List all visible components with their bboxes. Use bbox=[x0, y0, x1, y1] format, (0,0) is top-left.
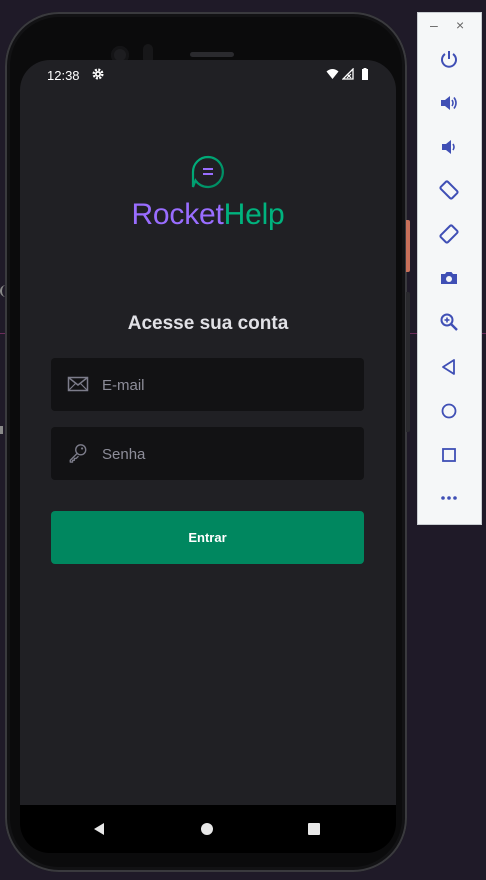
key-icon bbox=[69, 444, 87, 463]
emulator-close-button[interactable]: × bbox=[456, 17, 464, 33]
more-icon[interactable] bbox=[438, 487, 460, 509]
signal-icon bbox=[342, 68, 354, 80]
brand-wordmark: RocketHelp bbox=[20, 198, 396, 232]
status-time: 12:38 bbox=[47, 68, 80, 83]
password-input[interactable] bbox=[100, 427, 354, 482]
login-heading: Acesse sua conta bbox=[127, 313, 289, 334]
battery-icon bbox=[362, 68, 368, 80]
rotate-right-icon[interactable] bbox=[438, 223, 460, 245]
brand-part-rocket: Rocket bbox=[131, 198, 224, 231]
wifi-icon bbox=[326, 69, 339, 79]
nav-back-icon[interactable] bbox=[92, 822, 106, 836]
volume-down-icon[interactable] bbox=[438, 136, 460, 158]
home-icon[interactable] bbox=[438, 400, 460, 422]
back-icon[interactable] bbox=[438, 356, 460, 378]
power-icon[interactable] bbox=[438, 48, 460, 70]
emulator-minimize-button[interactable]: – bbox=[430, 17, 438, 33]
email-input[interactable] bbox=[100, 358, 354, 413]
earpiece-speaker bbox=[190, 52, 234, 57]
chat-bubble-logo-icon bbox=[191, 155, 224, 189]
rotate-left-icon[interactable] bbox=[438, 179, 460, 201]
status-bar: 12:38 bbox=[20, 60, 396, 90]
settings-gear-icon bbox=[92, 68, 104, 80]
envelope-icon bbox=[67, 376, 89, 392]
login-submit-button[interactable]: Entrar bbox=[51, 511, 364, 564]
overview-icon[interactable] bbox=[438, 444, 460, 466]
zoom-icon[interactable] bbox=[438, 311, 460, 333]
android-nav-bar bbox=[20, 805, 396, 853]
volume-up-icon[interactable] bbox=[438, 92, 460, 114]
emulator-toolbar: – × bbox=[417, 12, 482, 525]
brand-part-help: Help bbox=[223, 198, 285, 231]
nav-recents-icon[interactable] bbox=[308, 823, 320, 835]
password-field[interactable] bbox=[51, 427, 364, 482]
phone-side-button bbox=[406, 292, 410, 432]
email-field[interactable] bbox=[51, 358, 364, 413]
camera-icon[interactable] bbox=[438, 267, 460, 289]
background-mark bbox=[0, 426, 3, 434]
nav-home-icon[interactable] bbox=[201, 823, 213, 835]
phone-side-button bbox=[406, 220, 410, 272]
app-screen: 12:38 RocketHelp Acesse sua conta E-mail… bbox=[20, 60, 396, 805]
